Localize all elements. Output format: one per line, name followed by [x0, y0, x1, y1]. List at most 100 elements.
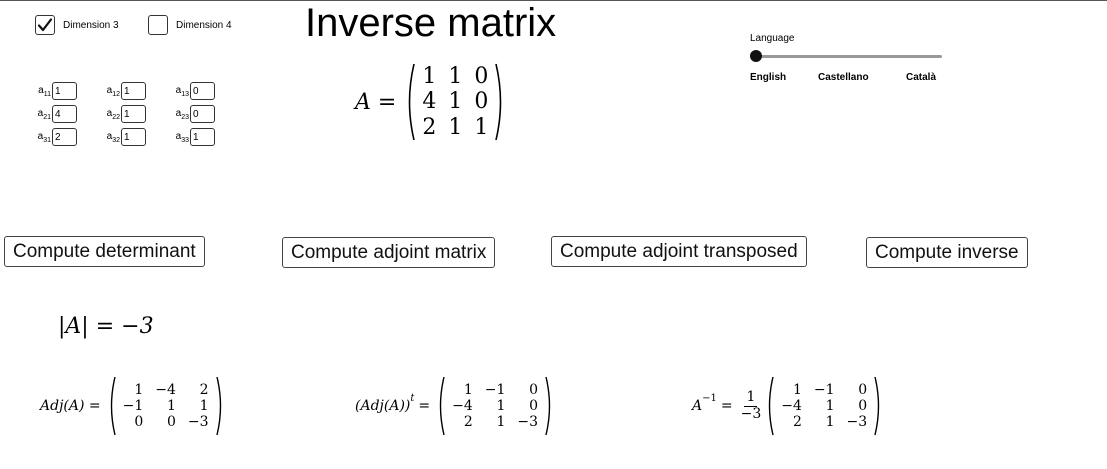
entry-a23-input[interactable]: [190, 105, 215, 123]
adjoint-cell: 2: [199, 381, 209, 398]
adjoint-transposed-result: (Adj(A)) t = 1 −1 0 −4 1 0 2 1 −3: [355, 375, 554, 437]
dimension-4-label: Dimension 4: [176, 19, 232, 31]
compute-determinant-button[interactable]: Compute determinant: [4, 236, 205, 267]
language-slider-track[interactable]: [756, 55, 942, 58]
entry-a31: a31: [33, 128, 77, 146]
matrix-a-cell: 1: [448, 114, 463, 140]
adjoint-transposed-label: (Adj(A)): [355, 398, 411, 414]
equals-sign: =: [418, 398, 431, 414]
entry-a13: a13: [171, 82, 215, 100]
entry-a31-input[interactable]: [52, 128, 77, 146]
left-paren-icon: [439, 376, 445, 436]
entry-a11-input[interactable]: [52, 82, 77, 100]
adjoint-cell: 1: [167, 397, 176, 414]
inverse-fraction: 1 −3: [739, 389, 764, 422]
entry-a21-input[interactable]: [52, 105, 77, 123]
matrix-a-cell: 0: [474, 89, 489, 115]
adjoint-transposed-cell: 0: [529, 397, 539, 414]
dimension-4-checkbox-row[interactable]: Dimension 4: [148, 15, 232, 35]
adjoint-transposed-cell: −1: [484, 381, 506, 398]
language-slider-handle[interactable]: [750, 50, 762, 62]
matrix-a-table: 110 410 211: [416, 64, 494, 140]
matrix-a-cell: 1: [474, 114, 489, 140]
adjoint-cell: 0: [134, 414, 144, 431]
left-paren-icon: [110, 376, 116, 436]
fraction-numerator: 1: [744, 389, 758, 407]
fraction-denominator: −3: [740, 405, 762, 422]
right-paren-icon: [495, 63, 502, 141]
adjoint-cell: −4: [155, 381, 176, 398]
inverse-label: A: [692, 398, 703, 414]
matrix-a-cell: 1: [448, 64, 463, 90]
entry-a33-input[interactable]: [190, 128, 215, 146]
entry-a21: a21: [33, 105, 77, 123]
adjoint-label: Adj(A) =: [40, 398, 101, 414]
entry-a33: a33: [171, 128, 215, 146]
adjoint-cell: 1: [134, 381, 144, 398]
adjoint-transposed-table: 1 −1 0 −4 1 0 2 1 −3: [446, 382, 544, 430]
compute-adjoint-button[interactable]: Compute adjoint matrix: [282, 237, 496, 268]
entry-a13-input[interactable]: [190, 82, 215, 100]
inverse-superscript: −1: [702, 393, 717, 404]
adjoint-transposed-cell: 0: [529, 381, 539, 398]
inverse-cell: 2: [792, 414, 802, 431]
adjoint-cell: 0: [167, 414, 176, 431]
inverse-result: A −1 = 1 −3 1 −1 0 −4 1 0 2 1 −3: [692, 375, 883, 437]
matrix-a-cell: 2: [422, 114, 437, 140]
transpose-superscript: t: [410, 393, 415, 404]
entry-a11: a11: [33, 82, 77, 100]
matrix-a-cell: 1: [422, 64, 437, 90]
compute-adjoint-transposed-button[interactable]: Compute adjoint transposed: [551, 236, 807, 267]
inverse-cell: 1: [825, 414, 835, 431]
dimension-4-checkbox[interactable]: [148, 15, 168, 35]
inverse-cell: −1: [813, 381, 835, 398]
adjoint-transposed-cell: 1: [463, 381, 473, 398]
entry-a23: a23: [171, 105, 215, 123]
inverse-cell: 0: [858, 381, 868, 398]
adjoint-transposed-cell: 1: [496, 414, 506, 431]
matrix-a-display: A = 110 410 211: [355, 62, 506, 142]
right-paren-icon: [874, 376, 880, 436]
adjoint-cell: −1: [122, 397, 144, 414]
entry-a22: a22: [102, 105, 146, 123]
page-title: Inverse matrix: [305, 1, 557, 45]
adjoint-transposed-cell: 1: [496, 397, 506, 414]
inverse-cell: 0: [858, 397, 868, 414]
language-option-castellano[interactable]: Castellano: [818, 72, 869, 83]
language-option-english[interactable]: English: [750, 72, 786, 83]
adjoint-transposed-cell: −3: [517, 414, 539, 431]
equals-sign: =: [720, 398, 733, 414]
dimension-3-checkbox-row[interactable]: Dimension 3: [35, 15, 119, 35]
entry-a32: a32: [102, 128, 146, 146]
entry-a22-input[interactable]: [121, 105, 146, 123]
adjoint-transposed-cell: −4: [452, 397, 473, 414]
compute-inverse-button[interactable]: Compute inverse: [866, 237, 1028, 268]
matrix-a-cell: 4: [422, 89, 437, 115]
language-option-catala[interactable]: Català: [906, 72, 936, 83]
entry-a32-input[interactable]: [121, 128, 146, 146]
adjoint-cell: −3: [187, 414, 209, 431]
adjoint-table: 1 −4 2 −1 1 1 0 0 −3: [117, 382, 215, 430]
language-label: Language: [750, 33, 795, 44]
adjoint-transposed-cell: 2: [463, 414, 473, 431]
inverse-cell: 1: [792, 381, 802, 398]
adjoint-cell: 1: [199, 397, 209, 414]
right-paren-icon: [215, 376, 221, 436]
inverse-table: 1 −1 0 −4 1 0 2 1 −3: [775, 382, 873, 430]
inverse-cell: 1: [825, 397, 835, 414]
checkmark-icon: [37, 18, 53, 32]
matrix-a-label: A =: [355, 89, 397, 115]
dimension-3-label: Dimension 3: [63, 19, 119, 31]
entry-a12-input[interactable]: [121, 82, 146, 100]
inverse-cell: −3: [846, 414, 868, 431]
inverse-cell: −4: [781, 397, 802, 414]
determinant-result: |A| = −3: [58, 314, 154, 339]
right-paren-icon: [545, 376, 551, 436]
matrix-a-cell: 1: [448, 89, 463, 115]
left-paren-icon: [769, 376, 774, 436]
entry-a12: a12: [102, 82, 146, 100]
adjoint-result: Adj(A) = 1 −4 2 −1 1 1 0 0 −3: [40, 375, 225, 437]
dimension-3-checkbox[interactable]: [35, 15, 55, 35]
matrix-a-cell: 0: [474, 64, 489, 90]
left-paren-icon: [409, 63, 416, 141]
